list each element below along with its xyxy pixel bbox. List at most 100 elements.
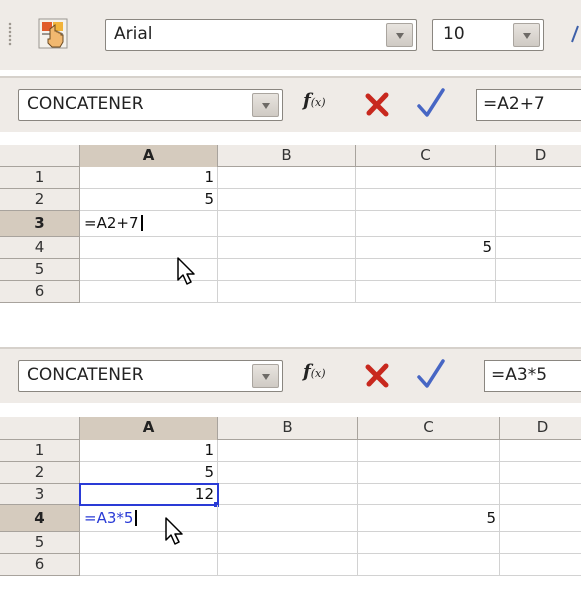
column-header-d[interactable]: D (496, 145, 581, 167)
cell-d5[interactable] (496, 259, 581, 281)
cell-c6[interactable] (358, 554, 500, 576)
mouse-pointer-icon (164, 517, 186, 547)
font-size-dropdown-button[interactable] (513, 23, 540, 47)
cell-a4-text: =A3*5 (84, 509, 134, 527)
name-box-dropdown-button[interactable] (252, 364, 279, 388)
cell-c4[interactable]: 5 (358, 505, 500, 532)
accept-check-icon[interactable] (416, 88, 446, 120)
cell-b3[interactable] (218, 211, 356, 237)
row-header-3[interactable]: 3 (0, 484, 80, 505)
accept-check-icon[interactable] (416, 359, 446, 391)
cell-b1[interactable] (218, 167, 356, 189)
select-all-corner[interactable] (0, 145, 80, 167)
cell-c5[interactable] (358, 532, 500, 554)
cell-a1[interactable]: 1 (80, 440, 218, 462)
name-box[interactable]: CONCATENER (18, 360, 283, 392)
row-header-4[interactable]: 4 (0, 505, 80, 532)
cell-c3[interactable] (358, 484, 500, 505)
cell-b2[interactable] (218, 462, 358, 484)
cancel-x-icon[interactable] (364, 361, 392, 389)
cell-c1[interactable] (356, 167, 496, 189)
cell-d5[interactable] (500, 532, 581, 554)
column-header-b[interactable]: B (218, 145, 356, 167)
font-name-value: Arial (114, 24, 153, 44)
column-header-c[interactable]: C (356, 145, 496, 167)
cell-a5[interactable] (80, 532, 218, 554)
row-header-1[interactable]: 1 (0, 440, 80, 462)
row-header-5[interactable]: 5 (0, 259, 80, 281)
cell-c5[interactable] (356, 259, 496, 281)
cell-d4[interactable] (500, 505, 581, 532)
row-header-1[interactable]: 1 (0, 167, 80, 189)
name-box-value: CONCATENER (27, 365, 144, 385)
cell-d6[interactable] (500, 554, 581, 576)
toolbar-grip-handle[interactable] (8, 22, 12, 46)
cell-d6[interactable] (496, 281, 581, 303)
cancel-x-icon[interactable] (364, 90, 392, 118)
cell-a3-text: =A2+7 (84, 214, 139, 232)
cell-c4[interactable]: 5 (356, 237, 496, 259)
row-header-2[interactable]: 2 (0, 462, 80, 484)
cell-d1[interactable] (500, 440, 581, 462)
font-name-combo[interactable]: Arial (105, 19, 417, 51)
cell-a2[interactable]: 5 (80, 189, 218, 211)
mouse-pointer-icon (176, 257, 198, 287)
cell-a3-editing[interactable]: =A2+7 (80, 211, 218, 237)
cell-a4[interactable] (80, 237, 218, 259)
row-header-4[interactable]: 4 (0, 237, 80, 259)
font-name-dropdown-button[interactable] (386, 23, 413, 47)
spreadsheet-grid-1[interactable]: A B C D 1 2 3 4 5 6 1 5 =A2+7 5 (0, 145, 581, 325)
function-wizard-icon[interactable]: f(x) (303, 90, 326, 111)
column-header-d[interactable]: D (500, 417, 581, 440)
cell-a6[interactable] (80, 554, 218, 576)
cell-c1[interactable] (358, 440, 500, 462)
cell-b3[interactable] (218, 484, 358, 505)
cell-b5[interactable] (218, 259, 356, 281)
cell-d2[interactable] (500, 462, 581, 484)
cell-d3[interactable] (500, 484, 581, 505)
cell-b4[interactable] (218, 505, 358, 532)
cell-d4[interactable] (496, 237, 581, 259)
text-caret (140, 215, 143, 231)
row-header-6[interactable]: 6 (0, 281, 80, 303)
column-header-a[interactable]: A (80, 417, 218, 440)
column-header-c[interactable]: C (358, 417, 500, 440)
cell-b6[interactable] (218, 554, 358, 576)
cell-d3[interactable] (496, 211, 581, 237)
formula-bar-1: CONCATENER f(x) =A2+7 (0, 76, 581, 132)
panel-gap (0, 325, 581, 347)
cell-c6[interactable] (356, 281, 496, 303)
cell-c3[interactable] (356, 211, 496, 237)
hand-pointer-icon[interactable] (36, 17, 70, 51)
cell-c2[interactable] (356, 189, 496, 211)
font-size-combo[interactable]: 10 (432, 19, 544, 51)
cell-b2[interactable] (218, 189, 356, 211)
row-header-2[interactable]: 2 (0, 189, 80, 211)
column-header-a[interactable]: A (80, 145, 218, 167)
formula-input[interactable]: =A3*5 (484, 360, 581, 392)
font-size-value: 10 (443, 24, 465, 44)
font-color-icon[interactable] (570, 22, 581, 48)
row-header-5[interactable]: 5 (0, 532, 80, 554)
function-wizard-icon[interactable]: f(x) (303, 361, 326, 382)
row-header-6[interactable]: 6 (0, 554, 80, 576)
cell-b6[interactable] (218, 281, 356, 303)
spreadsheet-grid-2[interactable]: A B C D 1 2 3 4 5 6 1 5 12 =A3*5 5 (0, 417, 581, 616)
reference-highlight-box (79, 483, 219, 506)
formula-bar-2: CONCATENER f(x) =A3*5 (0, 347, 581, 403)
cell-a4-editing[interactable]: =A3*5 (80, 505, 218, 532)
formula-input[interactable]: =A2+7 (476, 89, 581, 121)
cell-d1[interactable] (496, 167, 581, 189)
cell-d2[interactable] (496, 189, 581, 211)
select-all-corner[interactable] (0, 417, 80, 440)
cell-b1[interactable] (218, 440, 358, 462)
cell-b4[interactable] (218, 237, 356, 259)
column-header-b[interactable]: B (218, 417, 358, 440)
cell-b5[interactable] (218, 532, 358, 554)
cell-c2[interactable] (358, 462, 500, 484)
cell-a2[interactable]: 5 (80, 462, 218, 484)
name-box-dropdown-button[interactable] (252, 93, 279, 117)
name-box[interactable]: CONCATENER (18, 89, 283, 121)
row-header-3[interactable]: 3 (0, 211, 80, 237)
cell-a1[interactable]: 1 (80, 167, 218, 189)
